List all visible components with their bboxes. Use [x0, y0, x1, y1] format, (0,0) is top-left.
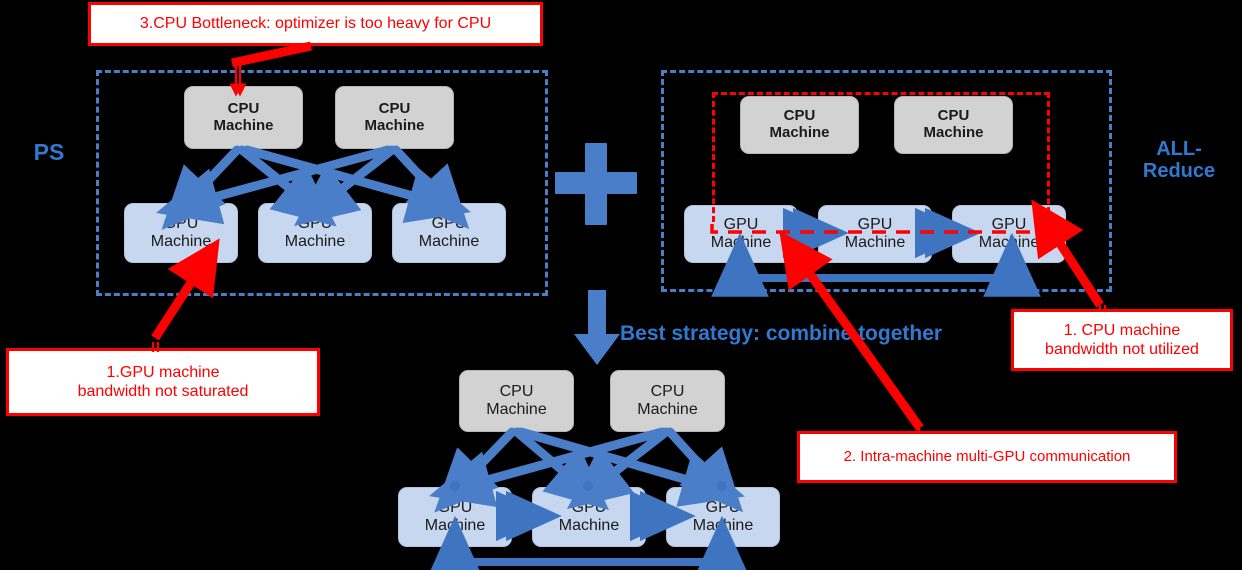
callout-cpu-bandwidth[interactable]: 1. CPU machine bandwidth not utilized — [1011, 309, 1233, 371]
machine-label-line1: CPU — [378, 99, 411, 117]
callout-text: 3.CPU Bottleneck: optimizer is too heavy… — [139, 15, 492, 33]
plus-icon — [555, 143, 637, 225]
machine-label-line2: Machine — [150, 233, 212, 250]
machine-label-line2: Machine — [558, 517, 620, 534]
combined-mesh — [429, 427, 745, 513]
machine-label-line1: CPU — [227, 99, 260, 117]
machine-label-line2: Machine — [364, 116, 425, 134]
combined-gpu-machine-3[interactable]: GPU Machine — [666, 487, 780, 547]
callout-text-line1: 1. CPU machine — [1063, 321, 1181, 339]
callout-text-line1: 1.GPU machine — [106, 363, 220, 381]
machine-label-line1: GPU — [163, 215, 199, 233]
ps-gpu-machine-1[interactable]: GPU Machine — [124, 203, 238, 263]
combine-strategy-label: Best strategy: combine together — [620, 322, 943, 345]
ps-cpu-machine-2[interactable]: CPU Machine — [335, 86, 454, 149]
combined-cpu-machine-1[interactable]: CPU Machine — [459, 370, 574, 432]
machine-label-line2: Machine — [213, 116, 274, 134]
machine-label-line2: Machine — [424, 517, 486, 534]
callout-text-line2: bandwidth not utilized — [1045, 341, 1199, 358]
callout-cpu-bottleneck[interactable]: 3.CPU Bottleneck: optimizer is too heavy… — [88, 2, 543, 46]
ps-gpu-machine-2[interactable]: GPU Machine — [258, 203, 372, 263]
combined-cpu-machine-2[interactable]: CPU Machine — [610, 370, 725, 432]
machine-label-line2: Machine — [637, 401, 698, 418]
machine-label-line2: Machine — [418, 233, 480, 250]
combined-gpu-machine-1[interactable]: GPU Machine — [398, 487, 512, 547]
ps-gpu-machine-3[interactable]: GPU Machine — [392, 203, 506, 263]
machine-label-line2: Machine — [692, 517, 754, 534]
ps-cpu-machine-1[interactable]: CPU Machine — [184, 86, 303, 149]
callout-gpu-bandwidth[interactable]: 1.GPU machine bandwidth not saturated — [6, 348, 320, 416]
allreduce-label-line1: ALL- — [1156, 138, 1202, 160]
allreduce-red-ring — [712, 92, 1050, 222]
callout-text-line2: bandwidth not saturated — [77, 383, 249, 400]
ps-group-label: PS — [33, 139, 65, 165]
machine-label-line2: Machine — [978, 234, 1040, 251]
down-arrow-icon — [574, 290, 620, 365]
machine-label-line1: CPU — [650, 383, 685, 401]
callout-intra-machine[interactable]: 2. Intra-machine multi-GPU communication — [797, 431, 1177, 483]
machine-label-line1: GPU — [297, 215, 333, 233]
combined-bottom-bracket — [426, 515, 751, 570]
machine-label-line2: Machine — [284, 233, 346, 250]
machine-label-line1: GPU — [437, 499, 473, 517]
allreduce-label-line2: Reduce — [1142, 160, 1216, 182]
machine-label-line2: Machine — [710, 234, 772, 251]
machine-label-line1: GPU — [705, 499, 741, 517]
allreduce-group-label: ALL- Reduce — [1122, 138, 1236, 182]
machine-label-line2: Machine — [844, 234, 906, 251]
callout-text: 2. Intra-machine multi-GPU communication — [843, 448, 1131, 465]
machine-label-line1: CPU — [499, 383, 534, 401]
machine-label-line1: GPU — [431, 215, 467, 233]
machine-label-line2: Machine — [486, 401, 547, 418]
machine-label-line1: GPU — [571, 499, 607, 517]
combined-gpu-machine-2[interactable]: GPU Machine — [532, 487, 646, 547]
diagram-canvas: CPU Machine CPU Machine GPU Machine GPU … — [0, 0, 1242, 570]
